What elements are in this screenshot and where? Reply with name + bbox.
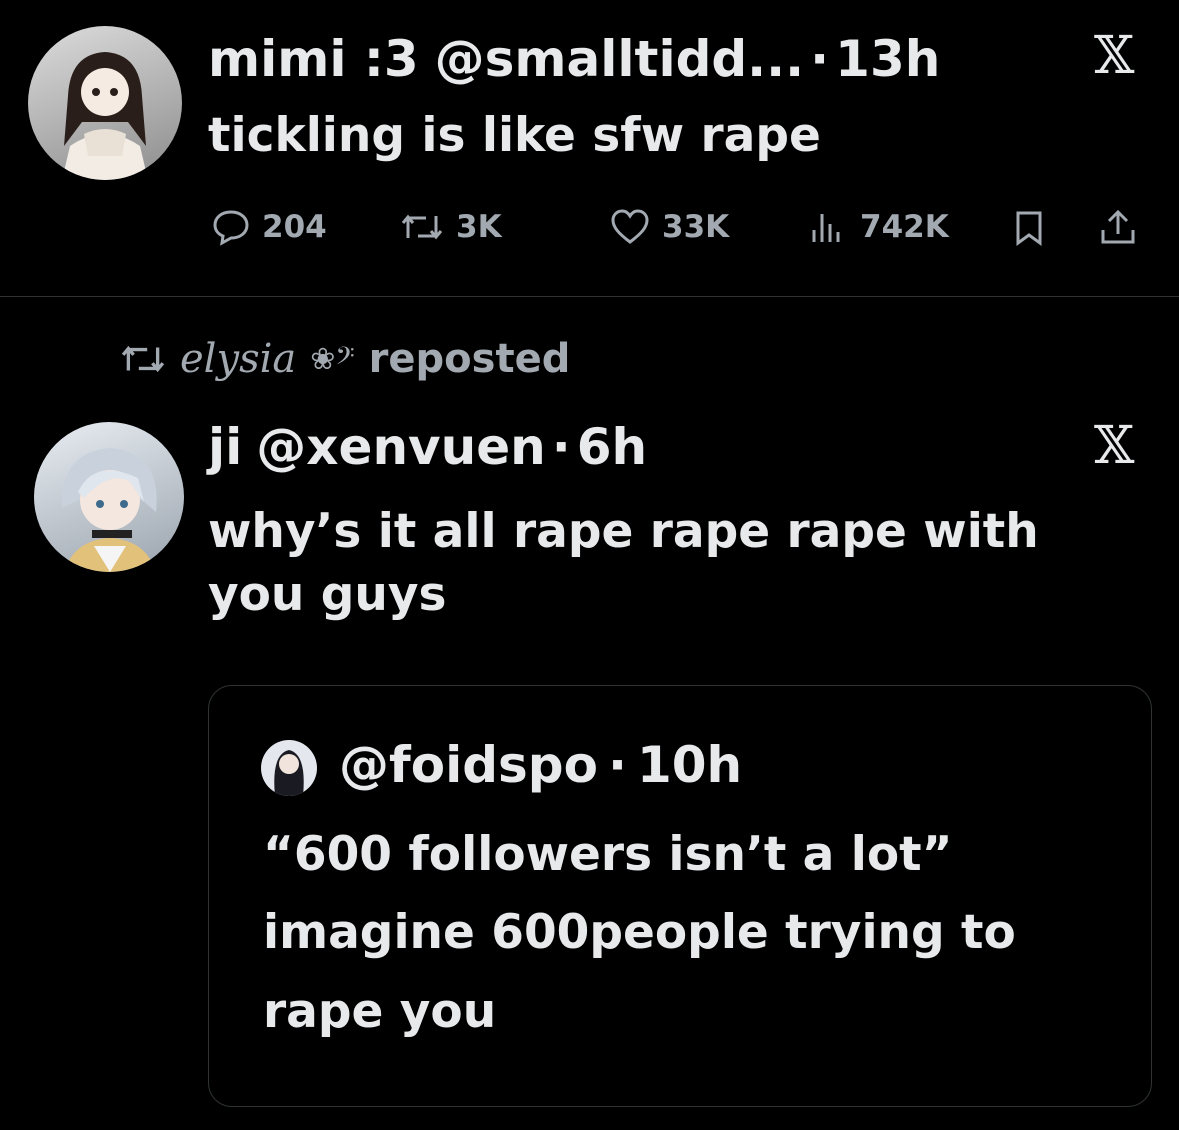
avatar-illustration [274,750,304,796]
avatar[interactable] [28,26,182,180]
share-icon [1101,209,1135,244]
bookmark-button[interactable] [1012,210,1046,250]
repost-label: reposted [368,336,571,382]
tweet-text: tickling is like sfw rape [208,108,821,163]
avatar-illustration [62,52,148,180]
reposter-symbols: ❀𝄢 [310,341,355,377]
action-bar: 204 3K 33K 742K [212,208,1152,258]
reply-button[interactable]: 204 [212,208,327,246]
tweet-text: why’s it all rape rape rape with you guy… [208,504,1039,623]
speech-bubble-icon [213,210,249,246]
timestamp[interactable]: 6h [577,418,647,476]
separator: · [551,418,571,476]
display-name[interactable]: ji [208,418,242,476]
avatar[interactable] [261,740,317,796]
view-count: 742K [860,209,949,245]
share-button[interactable] [1098,208,1138,250]
views-button[interactable]: 742K [808,208,949,246]
display-name[interactable]: mimi :3 [208,30,419,88]
like-button[interactable]: 33K [610,208,729,246]
repost-count: 3K [456,209,502,245]
handle[interactable]: @smalltidd... [435,30,804,88]
x-logo-icon: 𝕏 [1094,416,1135,476]
bookmark-icon [1016,211,1042,246]
divider [0,296,1179,297]
timestamp[interactable]: 13h [835,30,940,88]
handle[interactable]: @foidspo [339,736,598,794]
repost-banner[interactable]: elysia ❀𝄢 reposted [120,336,570,382]
like-count: 33K [662,209,730,245]
reposter-name[interactable]: elysia [180,336,296,382]
repost-arrows-icon [121,345,165,373]
x-logo-icon: 𝕏 [1094,26,1135,86]
quoted-tweet[interactable]: @foidspo · 10h “600 followers isn’t a lo… [208,685,1152,1107]
reply-count: 204 [262,209,327,245]
timestamp[interactable]: 10h [637,736,742,794]
repost-button[interactable]: 3K [400,208,502,246]
quoted-tweet-text: “600 followers isn’t a lot” imagine 600p… [263,827,1016,1039]
separator: · [810,30,830,88]
separator: · [607,736,627,794]
repost-arrows-icon [401,214,443,240]
avatar-illustration [61,448,157,572]
avatar[interactable] [34,422,184,572]
bar-chart-icon [812,214,840,242]
heart-icon [611,209,649,244]
handle[interactable]: @xenvuen [256,418,545,476]
